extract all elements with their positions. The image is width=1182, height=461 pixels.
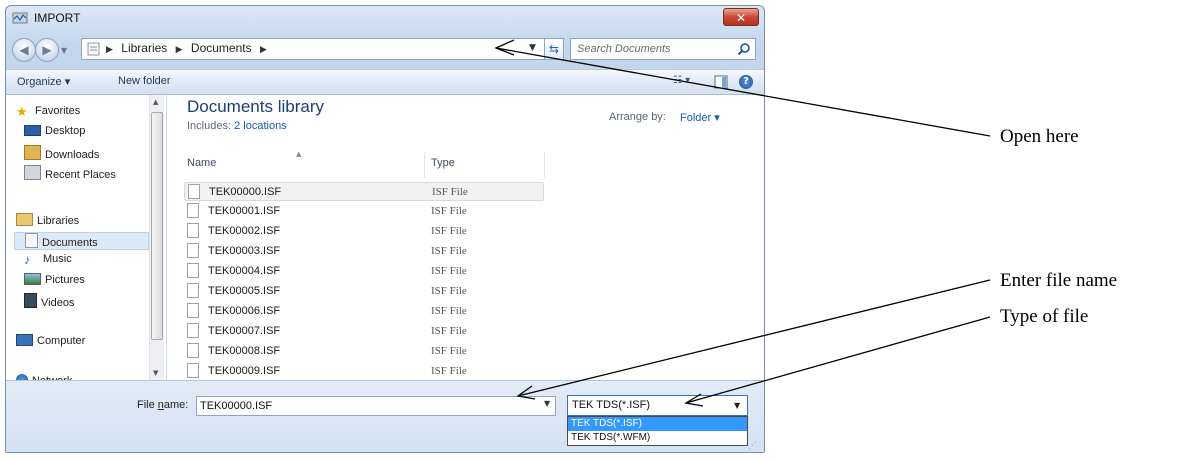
annotation-open-here: Open here bbox=[1000, 126, 1079, 147]
annotation-type-of-file: Type of file bbox=[1000, 306, 1089, 327]
annotation-arrows bbox=[494, 39, 991, 407]
annotation-enter-file-name: Enter file name bbox=[1000, 270, 1118, 291]
arrow-open-here bbox=[495, 47, 991, 137]
arrow-type-of-file bbox=[685, 316, 991, 404]
arrowhead-open-here bbox=[494, 39, 515, 56]
arrow-enter-file-name bbox=[517, 279, 991, 397]
